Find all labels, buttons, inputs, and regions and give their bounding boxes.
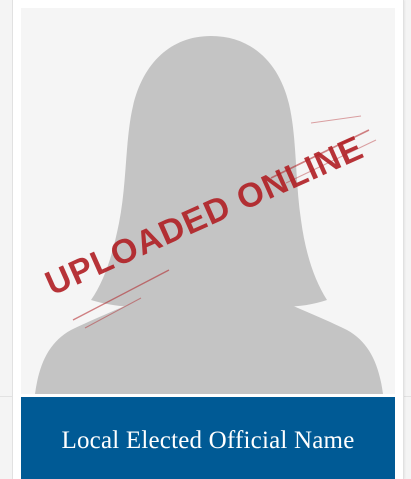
- name-banner: Local Elected Official Name: [21, 397, 395, 479]
- silhouette-placeholder-icon: [21, 8, 395, 394]
- profile-photo: UPLOADED ONLINE: [21, 8, 395, 394]
- official-profile-card[interactable]: UPLOADED ONLINE Local Elected Official N…: [12, 0, 404, 479]
- official-name: Local Elected Official Name: [61, 427, 355, 454]
